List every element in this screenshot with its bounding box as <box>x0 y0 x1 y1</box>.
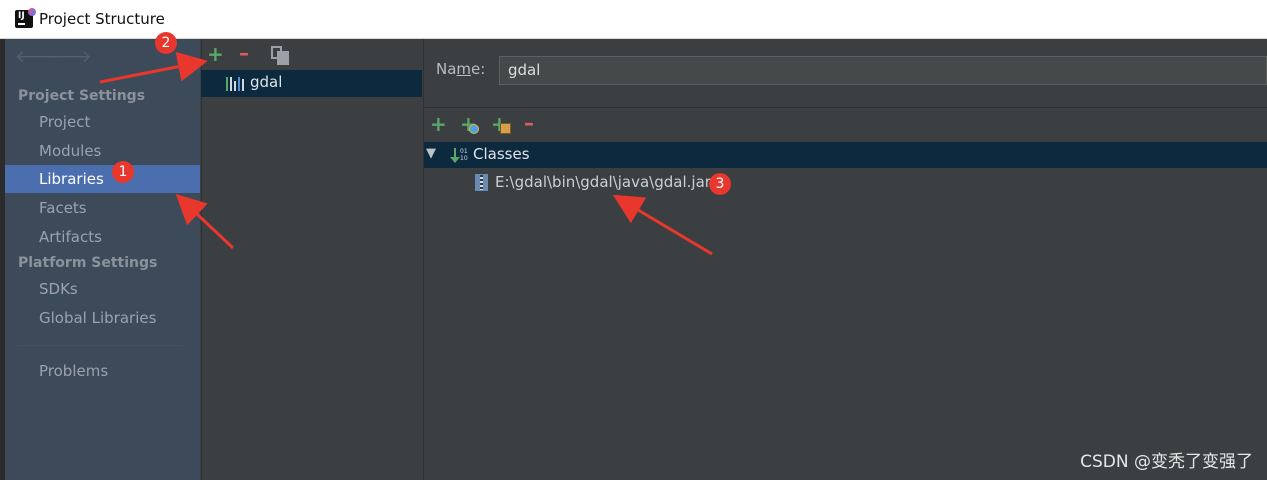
window-title: Project Structure <box>39 10 165 28</box>
annotation-badge-3: 3 <box>709 173 731 195</box>
sidebar-divider <box>18 345 183 346</box>
csdn-watermark: CSDN @变秃了变强了 <box>1080 452 1253 472</box>
intellij-app-icon: IJ <box>15 8 36 28</box>
plus-globe-icon[interactable]: + <box>460 114 479 134</box>
sidebar-item-modules[interactable]: Modules <box>5 137 200 165</box>
svg-text:01: 01 <box>460 148 468 155</box>
tree-node-classes[interactable] <box>424 142 1267 168</box>
plus-icon[interactable]: + <box>430 114 447 134</box>
sidebar-item-libraries[interactable]: Libraries <box>5 165 200 193</box>
minus-icon[interactable]: – <box>524 113 534 133</box>
libraries-list-panel <box>201 39 424 480</box>
sidebar-item-facets[interactable]: Facets <box>5 194 200 222</box>
plus-attach-icon[interactable]: + <box>491 114 511 134</box>
sidebar-item-artifacts[interactable]: Artifacts <box>5 223 200 251</box>
sidebar-item-project[interactable]: Project <box>5 108 200 136</box>
tree-node-jar-path[interactable]: E:\gdal\bin\gdal\java\gdal.jar <box>495 173 711 191</box>
plus-icon[interactable]: + <box>207 44 224 64</box>
library-list-item[interactable]: gdal <box>201 70 422 97</box>
tree-node-classes-label: Classes <box>473 145 530 163</box>
library-name: gdal <box>250 73 283 91</box>
platform-settings-heading: Platform Settings <box>18 255 158 271</box>
project-settings-heading: Project Settings <box>18 88 146 104</box>
minus-icon[interactable]: – <box>239 43 249 63</box>
jar-file-icon <box>475 174 488 191</box>
library-name-field[interactable]: gdal <box>499 56 1267 85</box>
annotation-badge-2: 2 <box>155 32 177 54</box>
sidebar-item-sdks[interactable]: SDKs <box>5 275 200 303</box>
name-label: Name: <box>436 60 486 78</box>
library-detail-panel <box>424 39 1267 480</box>
expand-triangle-icon[interactable]: ▼ <box>426 146 436 161</box>
arrow-right-icon[interactable]: 🡒 <box>46 47 92 67</box>
svg-text:10: 10 <box>460 155 468 162</box>
library-icon <box>226 77 246 91</box>
sidebar-item-problems[interactable]: Problems <box>5 357 200 385</box>
copy-icon[interactable] <box>271 46 289 65</box>
annotation-badge-1: 1 <box>112 161 134 183</box>
sidebar-item-global-libraries[interactable]: Global Libraries <box>5 304 200 332</box>
sort-classes-icon: 01 10 <box>450 148 468 163</box>
detail-separator <box>424 107 1267 108</box>
title-bar: IJ Project Structure <box>0 0 1267 39</box>
